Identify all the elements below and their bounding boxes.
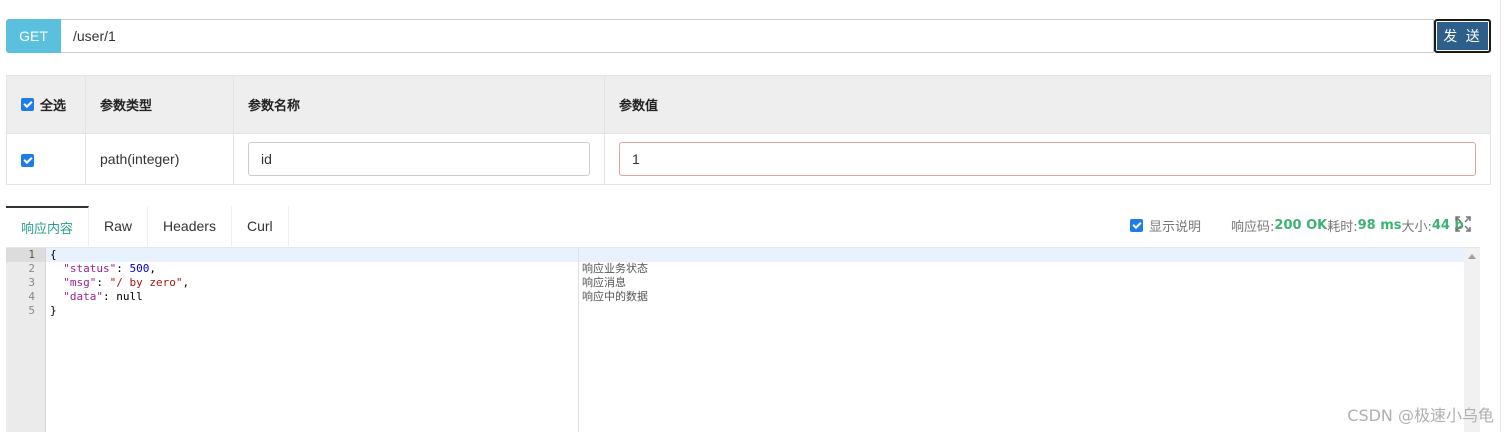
tab-headers[interactable]: Headers [148,206,232,246]
line-gutter: 1 2 3 4 5 [6,248,46,432]
show-desc-checkbox[interactable] [1130,219,1143,232]
select-all-checkbox[interactable] [21,98,34,111]
line-number: 3 [28,276,35,289]
field-description: 响应中的数据 [582,290,648,303]
brace-open: { [50,248,57,261]
field-descriptions: 响应业务状态 响应消息 响应中的数据 [582,262,648,304]
watermark: CSDN @极速小乌龟 [1347,406,1494,425]
line-number: 5 [28,304,35,317]
json-editor[interactable]: { "status": 500, "msg": "/ by zero", "da… [46,248,579,432]
json-key: "status" [63,262,117,275]
code-line: "data": null [63,290,143,303]
tab-curl[interactable]: Curl [232,206,289,246]
method-label[interactable]: GET [6,19,61,53]
url-input[interactable] [61,19,1434,53]
json-value: 500 [129,262,150,275]
send-button[interactable]: 发 送 [1434,19,1491,53]
json-key: "data" [63,290,103,303]
active-line-highlight [579,248,1464,262]
time-label: 耗时: [1327,220,1358,235]
param-type-header: 参数类型 [85,75,234,134]
tab-raw[interactable]: Raw [89,206,149,246]
select-all-header: 全选 [6,75,86,134]
row-select-cell [6,133,86,185]
param-name-header: 参数名称 [233,75,605,134]
json-key: "msg" [63,276,97,289]
code-line: "msg": "/ by zero", [63,276,190,289]
response-tabs: 响应内容 Raw Headers Curl [6,206,289,246]
param-value-input[interactable] [619,142,1476,176]
response-code-area[interactable]: 1 2 3 4 5 { "status": 500, "msg": "/ by … [6,247,1480,432]
param-name-cell [233,133,605,185]
line-number: 1 [6,248,45,262]
line-number: 2 [28,262,35,275]
row-checkbox[interactable] [21,153,34,167]
time-value: 98 ms [1357,218,1402,233]
code-line: } [46,304,578,318]
select-all-label: 全选 [40,99,67,114]
field-description: 响应消息 [582,276,626,289]
tab-response-content[interactable]: 响应内容 [6,206,90,246]
json-value: null [116,290,143,303]
line-number: 4 [28,290,35,303]
code-line: "status": 500, [63,262,156,275]
table-row: path(integer) [6,133,1491,185]
size-label: 大小: [1401,220,1432,235]
response-info: 显示说明 响应码: 200 OK 耗时: 98 ms 大小: 44 b [1130,216,1464,235]
param-type-cell: path(integer) [85,133,234,185]
param-value-header: 参数值 [604,75,1491,134]
param-value-cell [604,133,1491,185]
code-line: { [46,248,578,262]
param-name-input[interactable] [248,142,590,176]
params-header-row: 全选 参数类型 参数名称 参数值 [6,75,1491,134]
fullscreen-icon[interactable] [1454,215,1472,233]
show-desc-label[interactable]: 显示说明 [1149,216,1201,235]
field-description: 响应业务状态 [582,262,648,275]
scroll-up-icon[interactable] [1468,254,1476,259]
brace-close: } [50,304,57,317]
page-divider [1500,0,1501,432]
json-value: "/ by zero" [109,276,183,289]
params-table: 全选 参数类型 参数名称 参数值 path(integer) [6,75,1491,185]
code-value: 200 OK [1274,218,1328,233]
request-bar: GET 发 送 [6,19,1491,53]
code-label: 响应码: [1231,220,1275,235]
